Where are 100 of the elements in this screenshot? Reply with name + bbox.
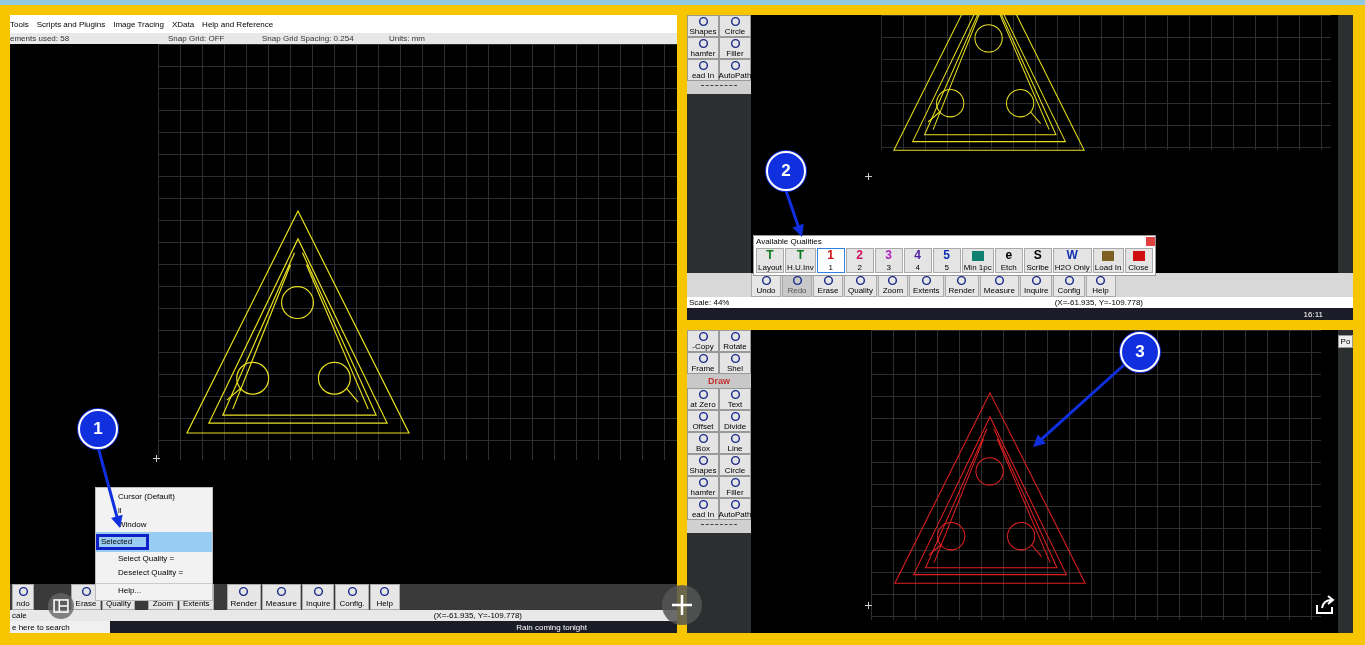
preset-button[interactable]: e Etch — [994, 248, 1023, 273]
menu-item[interactable]: Image Tracing — [113, 19, 164, 29]
ring-icon — [791, 275, 803, 286]
preset-button[interactable]: 5 5 — [932, 248, 961, 273]
tool-button[interactable]: Filler — [719, 476, 751, 498]
weather-label[interactable]: Rain coming tonight — [516, 622, 587, 632]
menu-item[interactable]: Scripts and Plugins — [36, 19, 106, 29]
tool-button[interactable]: Shapes — [687, 454, 719, 476]
close-icon[interactable] — [1145, 237, 1155, 246]
ring-icon — [697, 16, 709, 27]
preset-button[interactable]: Load In — [1092, 248, 1124, 273]
ring-icon — [887, 275, 899, 286]
ring-icon — [697, 477, 709, 488]
tool-button[interactable]: -Copy — [687, 330, 719, 352]
tool-button[interactable]: hamfer — [687, 37, 719, 59]
tool-button[interactable]: AutoPath — [719, 498, 751, 520]
ring-icon — [1063, 275, 1075, 286]
ring-icon — [822, 275, 834, 286]
ring-icon — [697, 353, 709, 364]
tool-button[interactable]: Shapes — [687, 15, 719, 37]
preset-button[interactable]: T Layout — [756, 248, 785, 273]
ring-icon — [238, 586, 250, 597]
ring-icon — [80, 586, 92, 597]
menu-item[interactable]: ll — [96, 504, 212, 518]
crosshair-mark — [153, 455, 160, 462]
ring-icon — [956, 275, 968, 286]
ring-icon — [729, 455, 741, 466]
tool-button[interactable]: Po — [1338, 335, 1353, 348]
toolbar-button[interactable]: Render — [226, 584, 261, 610]
toolbar-button[interactable]: ndo — [12, 584, 34, 610]
tool-button[interactable]: Rotate — [719, 330, 751, 352]
ring-icon — [729, 389, 741, 400]
preset-glyph: T — [766, 249, 774, 262]
tool-button[interactable]: AutoPath — [719, 59, 751, 81]
menu-item[interactable]: Cursor (Default) — [96, 490, 212, 504]
tool-button[interactable]: Circle — [719, 15, 751, 37]
tool-button[interactable]: Shel — [719, 352, 751, 374]
plus-icon[interactable] — [662, 585, 702, 625]
clock-label: 16:11 — [1303, 309, 1323, 319]
tool-button[interactable]: Line — [719, 432, 751, 454]
preset-button[interactable]: Close — [1124, 248, 1153, 273]
layout-icon[interactable] — [48, 593, 74, 619]
preset-button[interactable]: 4 4 — [903, 248, 932, 273]
ring-icon — [697, 433, 709, 444]
tool-button[interactable]: Frame — [687, 352, 719, 374]
menu-item[interactable]: Select Quality = — [96, 552, 212, 566]
palette-header: Draw — [687, 374, 751, 388]
tool-button[interactable]: Filler — [719, 37, 751, 59]
tool-button[interactable]: Divide — [719, 410, 751, 432]
search-field[interactable]: e here to search — [10, 621, 110, 633]
share-icon[interactable] — [1313, 593, 1337, 617]
ring-icon — [312, 586, 324, 597]
ring-icon — [760, 275, 772, 286]
toolbar-button[interactable]: Inquire — [301, 584, 335, 610]
tool-button[interactable]: at Zero — [687, 388, 719, 410]
menu-item[interactable]: Deselect Quality = — [96, 566, 212, 580]
ring-icon — [729, 16, 741, 27]
tool-button[interactable]: hamfer — [687, 476, 719, 498]
tool-button[interactable]: Text — [719, 388, 751, 410]
preset-button[interactable]: 1 1 — [816, 248, 845, 273]
coordinates-label: (X=-61.935, Y=-109.778) — [432, 611, 522, 620]
ring-icon — [729, 499, 741, 510]
preset-glyph: 5 — [943, 249, 951, 262]
preset-button[interactable]: S Scribe — [1023, 248, 1052, 273]
crosshair-mark — [865, 173, 872, 180]
scale-label: cale — [11, 611, 27, 620]
menu-item[interactable]: Selected — [96, 532, 212, 552]
status-field: Snap Grid Spacing: 0.254 — [262, 34, 389, 43]
tool-button[interactable]: Offset — [687, 410, 719, 432]
preset-button[interactable]: 3 3 — [874, 248, 903, 273]
preset-button[interactable]: T H.U.Inv — [785, 248, 816, 273]
crosshair-mark — [865, 602, 872, 609]
tool-button[interactable]: ead In — [687, 59, 719, 81]
ring-icon — [275, 586, 287, 597]
ring-icon — [920, 275, 932, 286]
scale-label: Scale: 44% — [688, 298, 730, 307]
ring-icon — [697, 499, 709, 510]
coordinates-label: (X=-61.935, Y=-109.778) — [1053, 298, 1143, 307]
preset-glyph: S — [1033, 249, 1042, 262]
preset-glyph: T — [796, 249, 805, 262]
toolbar-button[interactable]: Config. — [335, 584, 369, 610]
toolbar-button[interactable]: Measure — [261, 584, 301, 610]
menu-item[interactable]: Help... — [96, 583, 212, 598]
menu-item[interactable]: Tools — [10, 19, 29, 29]
tool-button[interactable]: ead In — [687, 498, 719, 520]
dialog-title: Available Qualities — [756, 237, 822, 246]
preset-glyph: 2 — [856, 249, 864, 262]
ring-icon — [17, 586, 29, 597]
preset-button[interactable]: 2 2 — [845, 248, 874, 273]
preset-button[interactable]: Min 1pc — [961, 248, 994, 273]
ring-icon — [697, 411, 709, 422]
ring-icon — [697, 389, 709, 400]
tool-button[interactable]: Box — [687, 432, 719, 454]
ring-icon — [697, 38, 709, 49]
menu-item[interactable]: XData — [171, 19, 195, 29]
toolbar-button[interactable]: Help — [369, 584, 400, 610]
menu-item[interactable]: Help and Reference — [202, 19, 274, 29]
ring-icon — [697, 60, 709, 71]
tool-button[interactable]: Circle — [719, 454, 751, 476]
preset-button[interactable]: W H2O Only — [1052, 248, 1092, 273]
